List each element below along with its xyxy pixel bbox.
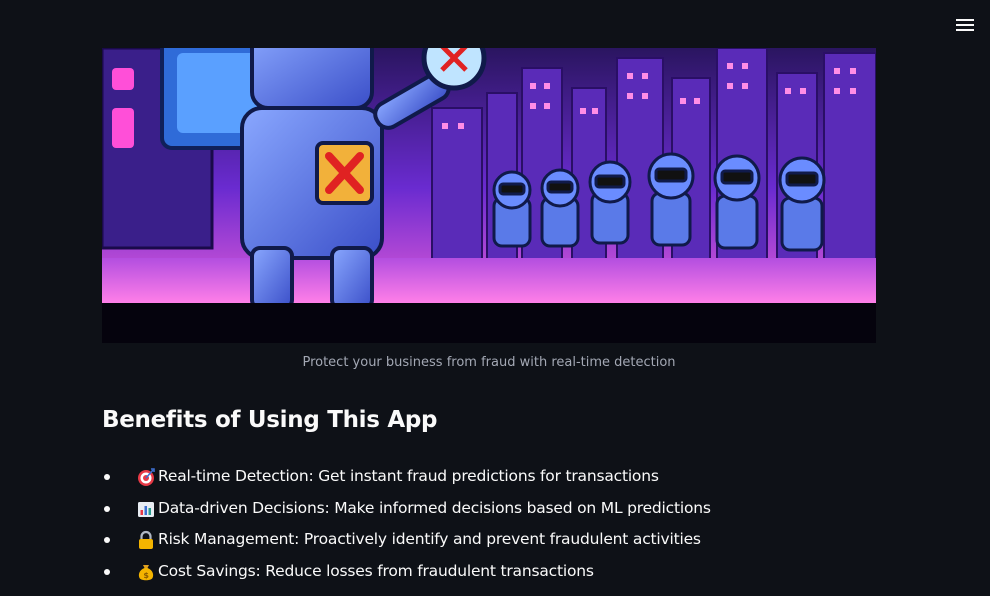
- bullet-icon: [104, 568, 110, 575]
- lock-icon: [139, 530, 153, 549]
- hero-caption: Protect your business from fraud with re…: [302, 355, 676, 370]
- main-menu-button[interactable]: [950, 12, 980, 38]
- benefit-text: Real-time Detection: Get instant fraud p…: [158, 467, 659, 485]
- bullet-icon: [104, 505, 110, 512]
- bullet-icon: [104, 474, 110, 480]
- money-bag-icon: $: [138, 564, 154, 580]
- benefit-text: Risk Management: Proactively identify an…: [158, 530, 701, 548]
- bullet-icon: [104, 537, 110, 543]
- svg-text:$: $: [143, 571, 149, 580]
- hero-image: [102, 48, 876, 343]
- robot-fraud-detector-illustration: [102, 48, 876, 343]
- target-icon: [138, 468, 155, 486]
- hamburger-menu-icon: [956, 19, 974, 31]
- benefit-text: Cost Savings: Reduce losses from fraudul…: [158, 561, 594, 580]
- benefits-heading: Benefits of Using This App: [102, 407, 438, 433]
- bar-chart-icon: [138, 501, 154, 517]
- benefit-text: Data-driven Decisions: Make informed dec…: [158, 498, 711, 517]
